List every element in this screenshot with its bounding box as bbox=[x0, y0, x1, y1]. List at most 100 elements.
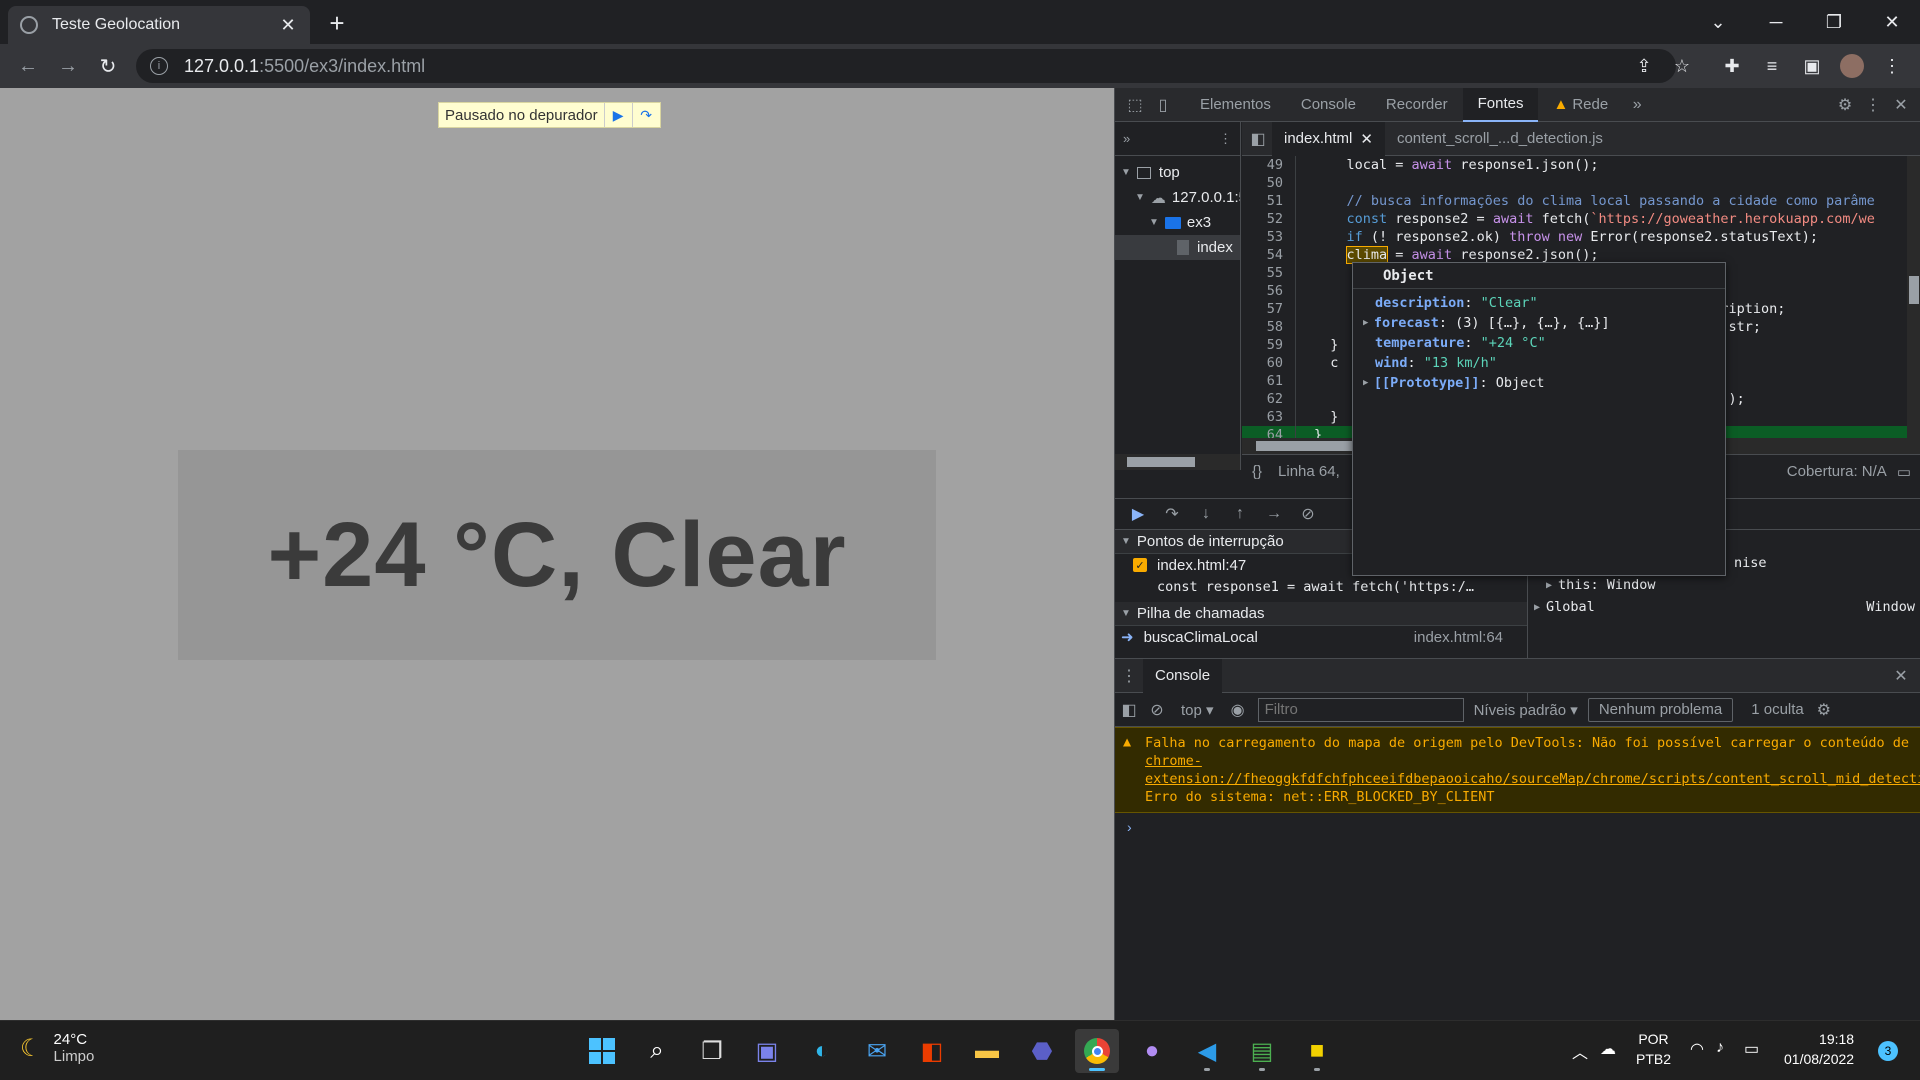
console-settings-gear-icon[interactable]: ⚙ bbox=[1810, 696, 1838, 724]
tab-fontes[interactable]: Fontes bbox=[1462, 87, 1539, 122]
weather-widget[interactable]: ☾ 24°C Limpo bbox=[20, 1031, 94, 1065]
deactivate-breakpoints-icon[interactable]: ⊘ bbox=[1291, 500, 1325, 528]
line-number[interactable]: 62 bbox=[1242, 390, 1296, 408]
volume-icon[interactable]: ♪ bbox=[1716, 1039, 1724, 1057]
reload-icon[interactable]: ↻ bbox=[92, 50, 124, 82]
share-icon[interactable]: ⇪ bbox=[1628, 50, 1660, 82]
callstack-frame[interactable]: ➜ buscaClimaLocal index.html:64 bbox=[1115, 626, 1527, 648]
edge-icon[interactable]: ◐ bbox=[800, 1029, 844, 1073]
minimize-button[interactable]: ─ bbox=[1748, 0, 1804, 44]
sidebar-toggle-icon[interactable]: ◧ bbox=[1115, 696, 1143, 724]
line-number[interactable]: 49 bbox=[1242, 156, 1296, 174]
more-panels-icon[interactable]: » bbox=[1123, 131, 1130, 146]
tree-item-host[interactable]: ▼ ☁ 127.0.0.1:5 bbox=[1115, 185, 1240, 210]
chrome-icon[interactable] bbox=[1075, 1029, 1119, 1073]
tab-console-drawer[interactable]: Console bbox=[1143, 658, 1223, 693]
resume-icon[interactable]: ▶ bbox=[1121, 500, 1155, 528]
tree-item-top[interactable]: ▼ top bbox=[1115, 160, 1240, 185]
tab-rede[interactable]: ▲ Rede bbox=[1538, 88, 1623, 122]
extensions-puzzle-icon[interactable]: ✚ bbox=[1716, 50, 1748, 82]
expand-triangle-icon[interactable]: ▶ bbox=[1363, 378, 1374, 388]
step-over-icon[interactable]: ↷ bbox=[1155, 500, 1189, 528]
clock[interactable]: 19:18 01/08/2022 bbox=[1784, 1029, 1854, 1069]
inspect-element-icon[interactable]: ⬚ bbox=[1121, 91, 1149, 119]
battery-icon[interactable]: ▭ bbox=[1744, 1039, 1759, 1059]
info-icon[interactable]: i bbox=[150, 57, 168, 75]
navigator-hscroll[interactable] bbox=[1115, 454, 1240, 470]
close-icon[interactable]: ✕ bbox=[1360, 130, 1373, 148]
new-tab-button[interactable]: + bbox=[322, 8, 352, 38]
media-queue-icon[interactable]: ≡ bbox=[1756, 50, 1788, 82]
line-number[interactable]: 52 bbox=[1242, 210, 1296, 228]
chat-icon[interactable]: ▣ bbox=[745, 1029, 789, 1073]
side-panel-icon[interactable]: ▣ bbox=[1796, 50, 1828, 82]
scope-this[interactable]: ▶ this: Window bbox=[1528, 574, 1920, 596]
onedrive-cloud-icon[interactable]: ☁ bbox=[1600, 1039, 1616, 1059]
wifi-icon[interactable]: ◠ bbox=[1690, 1039, 1704, 1059]
more-tabs-icon[interactable]: » bbox=[1623, 91, 1651, 119]
drawer-menu-icon[interactable]: ⋮ bbox=[1115, 662, 1143, 690]
console-prompt[interactable]: › bbox=[1115, 813, 1920, 841]
menu-kebab-icon[interactable]: ⋮ bbox=[1876, 50, 1908, 82]
step-icon[interactable]: → bbox=[1257, 500, 1291, 528]
app-icon[interactable]: ▤ bbox=[1240, 1029, 1284, 1073]
devtools-menu-icon[interactable]: ⋮ bbox=[1859, 91, 1887, 119]
line-number[interactable]: 63 bbox=[1242, 408, 1296, 426]
callstack-header[interactable]: ▼ Pilha de chamadas bbox=[1115, 602, 1527, 626]
step-over-icon[interactable]: ↷ bbox=[631, 103, 660, 127]
tree-item-folder[interactable]: ▼ ex3 bbox=[1115, 210, 1240, 235]
pretty-print-icon[interactable]: {} bbox=[1252, 463, 1262, 480]
editor-tab-index[interactable]: index.html ✕ bbox=[1272, 121, 1385, 156]
browser-tab[interactable]: Teste Geolocation ✕ bbox=[8, 6, 310, 44]
github-icon[interactable]: ● bbox=[1130, 1029, 1174, 1073]
popover-property[interactable]: ▶ forecast: (3) [{…}, {…}, {…}] bbox=[1353, 313, 1725, 333]
tab-recorder[interactable]: Recorder bbox=[1371, 88, 1463, 122]
issues-button[interactable]: Nenhum problema bbox=[1587, 697, 1734, 722]
task-view-icon[interactable]: ❐ bbox=[690, 1029, 734, 1073]
breakpoint-checkbox[interactable]: ✓ bbox=[1133, 558, 1147, 572]
sticky-notes-icon[interactable]: ■ bbox=[1295, 1029, 1339, 1073]
line-number[interactable]: 51 bbox=[1242, 192, 1296, 210]
tree-item-file[interactable]: index bbox=[1115, 235, 1240, 260]
input-language[interactable]: POR PTB2 bbox=[1636, 1029, 1671, 1069]
tab-search-icon[interactable]: ⌄ bbox=[1690, 0, 1746, 44]
sourcemap-link[interactable]: chrome-extension://fheoggkfdfchfphceeifd… bbox=[1145, 753, 1920, 787]
restore-button[interactable]: ❐ bbox=[1806, 0, 1862, 44]
chevron-up-icon[interactable]: ︿ bbox=[1572, 1039, 1588, 1063]
teams-icon[interactable]: ⬣ bbox=[1020, 1029, 1064, 1073]
tab-console[interactable]: Console bbox=[1286, 88, 1371, 122]
popover-property[interactable]: ▶ [[Prototype]]: Object bbox=[1353, 373, 1725, 393]
device-toolbar-icon[interactable]: ▯ bbox=[1149, 91, 1177, 119]
coverage-icon[interactable]: ▭ bbox=[1897, 463, 1911, 481]
line-number[interactable]: 58 bbox=[1242, 318, 1296, 336]
step-into-icon[interactable]: ↓ bbox=[1189, 500, 1223, 528]
line-number[interactable]: 57 bbox=[1242, 300, 1296, 318]
close-tab-icon[interactable]: ✕ bbox=[278, 15, 298, 35]
file-explorer-icon[interactable]: ▬ bbox=[965, 1029, 1009, 1073]
avatar[interactable] bbox=[1836, 50, 1868, 82]
close-window-button[interactable]: ✕ bbox=[1864, 0, 1920, 44]
line-number[interactable]: 64 bbox=[1242, 426, 1296, 438]
live-expression-eye-icon[interactable]: ◉ bbox=[1224, 696, 1252, 724]
line-number[interactable]: 55 bbox=[1242, 264, 1296, 282]
start-windows-icon[interactable] bbox=[580, 1029, 624, 1073]
close-drawer-icon[interactable]: ✕ bbox=[1887, 662, 1915, 690]
mail-icon[interactable]: ✉ bbox=[855, 1029, 899, 1073]
context-selector[interactable]: top ▾ bbox=[1181, 701, 1214, 719]
editor-tab-content-script[interactable]: content_scroll_...d_detection.js bbox=[1385, 122, 1615, 156]
line-number[interactable]: 61 bbox=[1242, 372, 1296, 390]
resume-icon[interactable]: ▶ bbox=[603, 103, 632, 127]
scope-global[interactable]: ▶ Global Window bbox=[1528, 596, 1920, 618]
notification-badge[interactable]: 3 bbox=[1878, 1041, 1898, 1061]
forward-arrow-icon[interactable]: → bbox=[52, 50, 84, 82]
line-number[interactable]: 50 bbox=[1242, 174, 1296, 192]
office-icon[interactable]: ◧ bbox=[910, 1029, 954, 1073]
line-number[interactable]: 59 bbox=[1242, 336, 1296, 354]
vscode-icon[interactable]: ◀ bbox=[1185, 1029, 1229, 1073]
back-arrow-icon[interactable]: ← bbox=[12, 50, 44, 82]
clear-console-icon[interactable]: ⊘ bbox=[1143, 696, 1171, 724]
line-number[interactable]: 56 bbox=[1242, 282, 1296, 300]
console-filter-input[interactable] bbox=[1257, 697, 1464, 722]
close-devtools-icon[interactable]: ✕ bbox=[1887, 91, 1915, 119]
address-bar[interactable]: i 127.0.0.1:5500/ex3/index.html bbox=[136, 49, 1676, 83]
